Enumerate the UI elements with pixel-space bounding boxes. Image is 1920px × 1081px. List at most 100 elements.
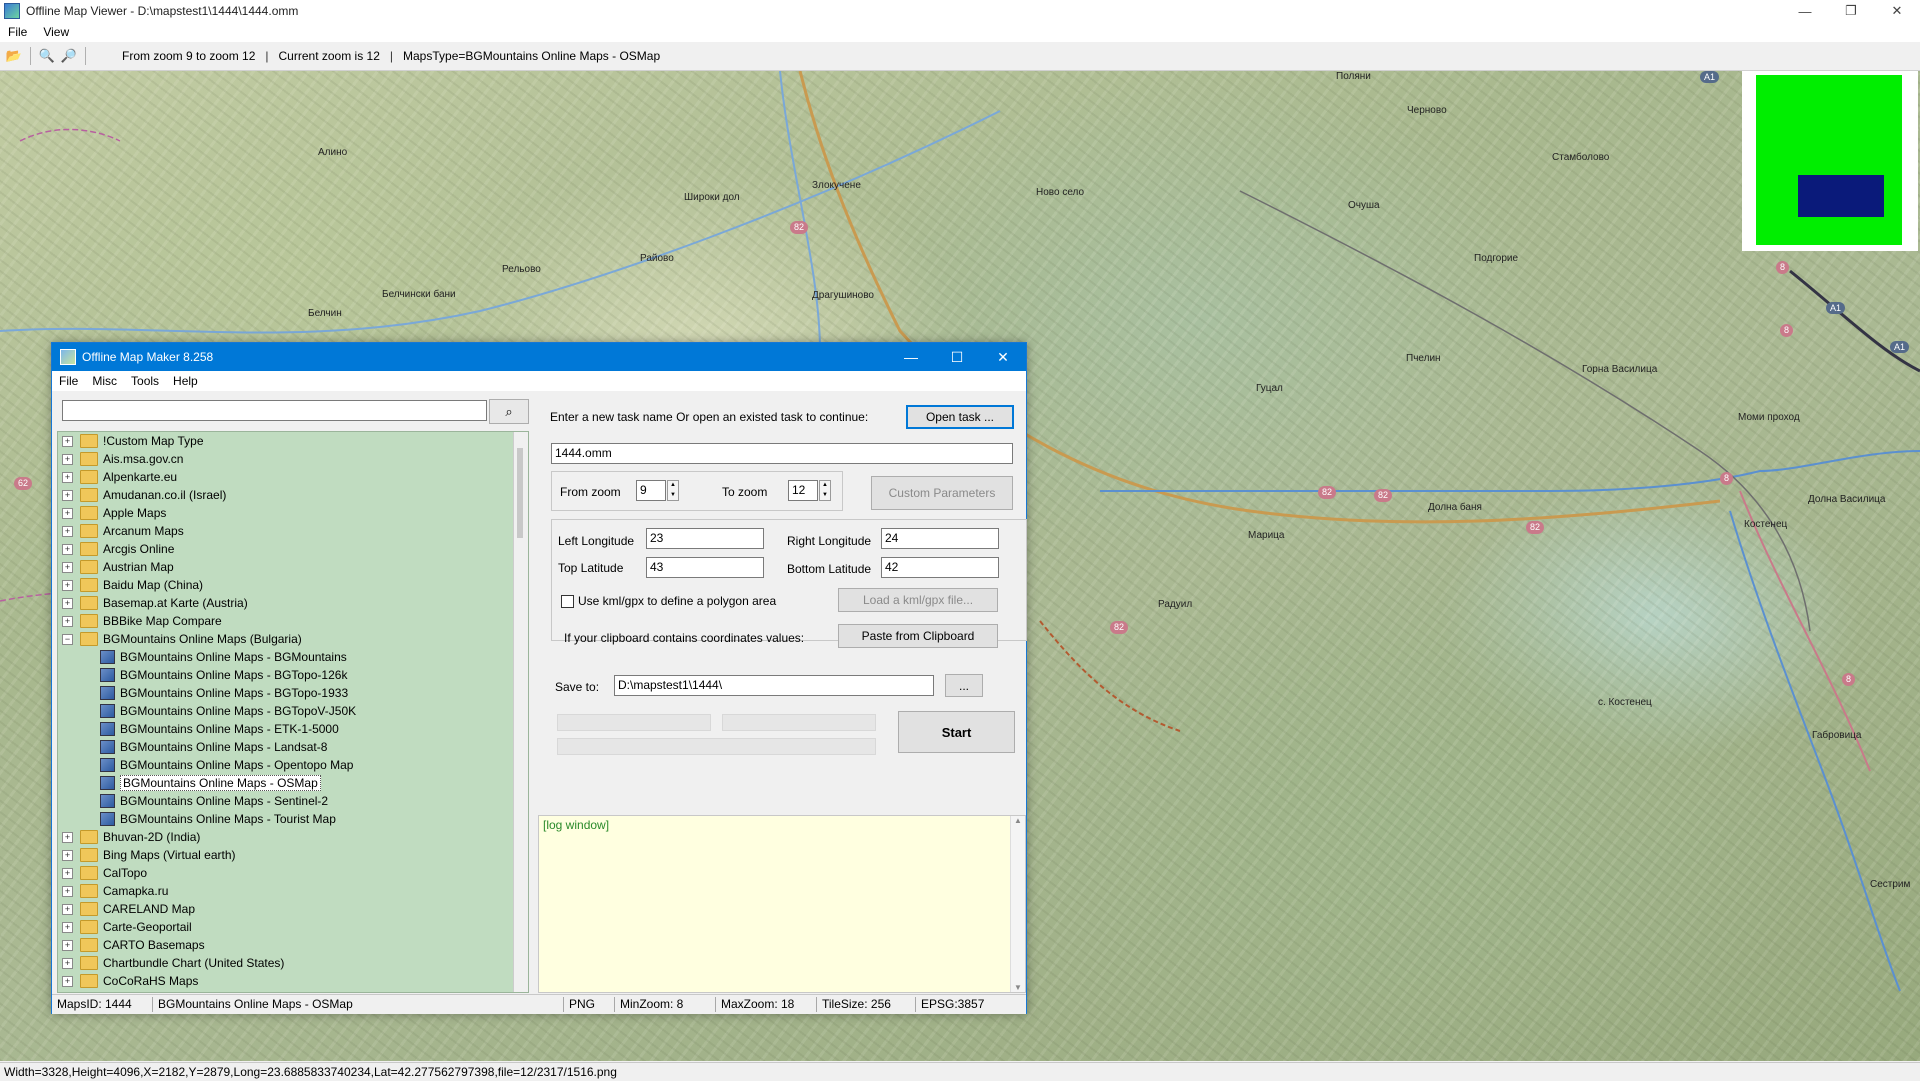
tree-folder-item[interactable]: + Arcanum Maps [58,522,528,540]
map-type-tree[interactable]: + !Custom Map Type + Ais.msa.gov.cn + Alpenka… [57,431,529,993]
expand-icon[interactable]: + [62,543,73,555]
expand-icon[interactable]: + [62,561,73,573]
to-zoom-field[interactable]: 12 [788,480,818,501]
tree-folder-item[interactable]: + Basemap.at Karte (Austria) [58,594,528,612]
load-kml-button[interactable]: Load a kml/gpx file... [838,588,998,612]
expand-icon[interactable]: + [62,435,73,447]
right-longitude-field[interactable]: 24 [881,528,999,549]
tree-map-item[interactable]: BGMountains Online Maps - BGMountains [58,648,528,666]
dialog-close-button[interactable]: ✕ [980,343,1026,371]
dialog-menu-tools[interactable]: Tools [124,374,166,388]
paste-from-clipboard-button[interactable]: Paste from Clipboard [838,624,998,648]
map-search-input[interactable] [62,400,487,421]
tree-folder-item[interactable]: + CARELAND Map [58,900,528,918]
tree-folder-item[interactable]: + Camapka.ru [58,882,528,900]
expand-icon[interactable]: + [62,579,73,591]
to-zoom-spinner[interactable]: ▲ ▼ [819,480,831,501]
tree-scrollbar[interactable] [513,432,528,992]
zoom-out-icon[interactable]: 🔍 [39,48,55,64]
expand-icon[interactable]: + [62,525,73,537]
dialog-maximize-button[interactable]: ☐ [934,343,980,371]
menu-view[interactable]: View [35,25,77,39]
maps-type-text: MapsType=BGMountains Online Maps - OSMap [403,49,661,63]
left-longitude-field[interactable]: 23 [646,528,764,549]
expand-icon[interactable]: + [62,939,73,951]
open-task-button[interactable]: Open task ... [906,405,1014,429]
expand-icon[interactable]: + [62,957,73,969]
tree-folder-item[interactable]: + Bhuvan-2D (India) [58,828,528,846]
dialog-minimize-button[interactable]: — [888,343,934,371]
open-folder-icon[interactable]: 📂 [6,48,22,64]
tree-folder-item[interactable]: + Ais.msa.gov.cn [58,450,528,468]
top-latitude-field[interactable]: 43 [646,557,764,578]
tree-folder-item[interactable]: + CARTO Basemaps [58,936,528,954]
minimap[interactable] [1742,71,1918,251]
tree-folder-item[interactable]: + Apple Maps [58,504,528,522]
folder-icon [80,434,98,448]
expand-icon[interactable]: + [62,831,73,843]
tree-item-label: CoCoRaHS Maps [103,974,199,988]
log-window[interactable]: [log window] ▲ ▼ [538,815,1026,993]
tree-scrollbar-thumb[interactable] [517,448,523,538]
expand-icon[interactable]: + [62,453,73,465]
tree-folder-item[interactable]: + Arcgis Online [58,540,528,558]
expand-icon[interactable]: + [62,849,73,861]
maximize-button[interactable]: ❐ [1828,0,1874,22]
tree-map-item[interactable]: BGMountains Online Maps - BGTopo-126k [58,666,528,684]
expand-icon[interactable]: + [62,471,73,483]
start-button[interactable]: Start [898,711,1015,753]
dialog-menu-file[interactable]: File [52,374,85,388]
tree-folder-item[interactable]: + Alpenkarte.eu [58,468,528,486]
tree-map-item[interactable]: BGMountains Online Maps - Opentopo Map [58,756,528,774]
expand-icon[interactable]: + [62,867,73,879]
expand-icon[interactable]: + [62,507,73,519]
expand-icon[interactable]: + [62,921,73,933]
tree-folder-item[interactable]: + Chartbundle Chart (United States) [58,954,528,972]
dialog-menu-misc[interactable]: Misc [85,374,124,388]
tree-folder-item[interactable]: + Bing Maps (Virtual earth) [58,846,528,864]
log-scrollbar[interactable]: ▲ ▼ [1010,816,1025,992]
tree-map-item[interactable]: BGMountains Online Maps - Sentinel-2 [58,792,528,810]
from-zoom-field[interactable]: 9 [636,480,666,501]
tree-folder-item[interactable]: + CoCoRaHS Maps [58,972,528,990]
minimap-viewport[interactable] [1798,175,1884,217]
tree-folder-item[interactable]: + !Custom Map Type [58,432,528,450]
save-to-field[interactable]: D:\mapstest1\1444\ [614,675,934,696]
tree-folder-item[interactable]: + Baidu Map (China) [58,576,528,594]
expand-icon[interactable]: + [62,615,73,627]
use-kml-checkbox[interactable] [561,595,574,608]
dialog-menu-help[interactable]: Help [166,374,205,388]
from-zoom-spinner[interactable]: ▲ ▼ [667,480,679,501]
tree-folder-item[interactable]: + CalTopo [58,864,528,882]
collapse-icon[interactable]: − [62,633,73,645]
expand-icon[interactable]: + [62,885,73,897]
tree-map-item[interactable]: BGMountains Online Maps - ETK-1-5000 [58,720,528,738]
menu-file[interactable]: File [0,25,35,39]
map-place-label: Злокучене [812,180,861,191]
expand-icon[interactable]: + [62,489,73,501]
expand-icon[interactable]: + [62,903,73,915]
expand-icon[interactable]: + [62,975,73,987]
zoom-in-icon[interactable]: 🔎 [61,48,77,64]
tree-folder-item[interactable]: + Carte-Geoportail [58,918,528,936]
tree-folder-item[interactable]: − BGMountains Online Maps (Bulgaria) [58,630,528,648]
expand-icon[interactable]: + [62,597,73,609]
left-longitude-label: Left Longitude [558,534,635,548]
tree-map-item[interactable]: BGMountains Online Maps - OSMap [58,774,528,792]
tree-map-item[interactable]: BGMountains Online Maps - Landsat-8 [58,738,528,756]
custom-parameters-button[interactable]: Custom Parameters [871,476,1013,510]
minimize-button[interactable]: — [1782,0,1828,22]
search-button[interactable]: ⌕ [489,399,529,424]
close-button[interactable]: ✕ [1874,0,1920,22]
browse-button[interactable]: ... [945,674,983,697]
tree-map-item[interactable]: BGMountains Online Maps - BGTopo-1933 [58,684,528,702]
status-format: PNG [564,997,615,1012]
tree-folder-item[interactable]: + BBBike Map Compare [58,612,528,630]
tree-map-item[interactable]: BGMountains Online Maps - Tourist Map [58,810,528,828]
tree-map-item[interactable]: BGMountains Online Maps - BGTopoV-J50K [58,702,528,720]
bottom-latitude-field[interactable]: 42 [881,557,999,578]
tree-item-label: !Custom Map Type [103,434,204,448]
tree-folder-item[interactable]: + Austrian Map [58,558,528,576]
task-name-field[interactable]: 1444.omm [551,443,1013,464]
tree-folder-item[interactable]: + Amudanan.co.il (Israel) [58,486,528,504]
